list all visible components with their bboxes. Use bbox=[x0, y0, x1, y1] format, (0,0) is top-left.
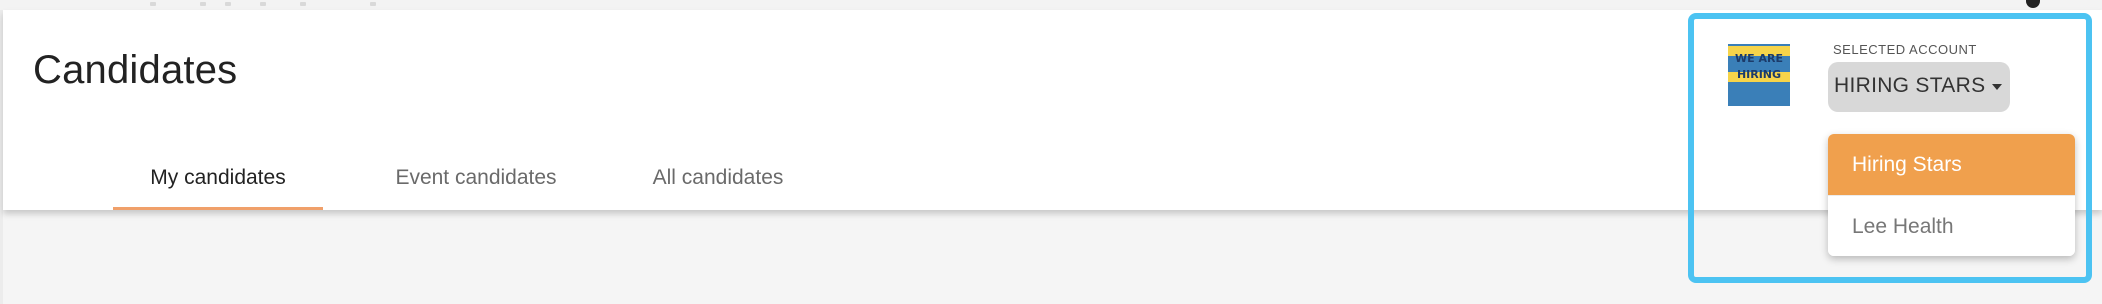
account-select-value: HIRING STARS bbox=[1834, 74, 1986, 97]
account-option-lee-health[interactable]: Lee Health bbox=[1828, 195, 2075, 256]
page-header: Candidates My candidates Event candidate… bbox=[3, 10, 2102, 210]
top-strip-mark bbox=[200, 2, 206, 6]
account-dropdown-menu: Hiring Stars Lee Health bbox=[1828, 134, 2075, 256]
logo-text-line-1: WE ARE bbox=[1735, 52, 1783, 65]
top-strip-mark bbox=[370, 2, 376, 6]
content-area bbox=[3, 210, 2102, 304]
tab-my-candidates[interactable]: My candidates bbox=[113, 160, 323, 210]
top-strip-mark bbox=[150, 2, 156, 6]
app-root: Candidates My candidates Event candidate… bbox=[0, 0, 2102, 304]
top-strip-mark bbox=[300, 2, 306, 6]
selected-account-label: SELECTED ACCOUNT bbox=[1833, 42, 1977, 57]
page-title: Candidates bbox=[33, 48, 238, 92]
logo-text-line-2: HIRING bbox=[1736, 68, 1782, 81]
account-select[interactable]: HIRING STARS bbox=[1828, 62, 2010, 112]
top-strip-mark bbox=[260, 2, 266, 6]
account-option-hiring-stars[interactable]: Hiring Stars bbox=[1828, 134, 2075, 195]
we-are-hiring-logo: WE ARE HIRING bbox=[1728, 44, 1790, 106]
tab-event-candidates[interactable]: Event candidates bbox=[371, 160, 581, 210]
top-strip-mark bbox=[225, 2, 231, 6]
tab-all-candidates[interactable]: All candidates bbox=[613, 160, 823, 210]
top-strip-icon bbox=[2026, 0, 2040, 8]
caret-down-icon bbox=[1992, 84, 2002, 90]
